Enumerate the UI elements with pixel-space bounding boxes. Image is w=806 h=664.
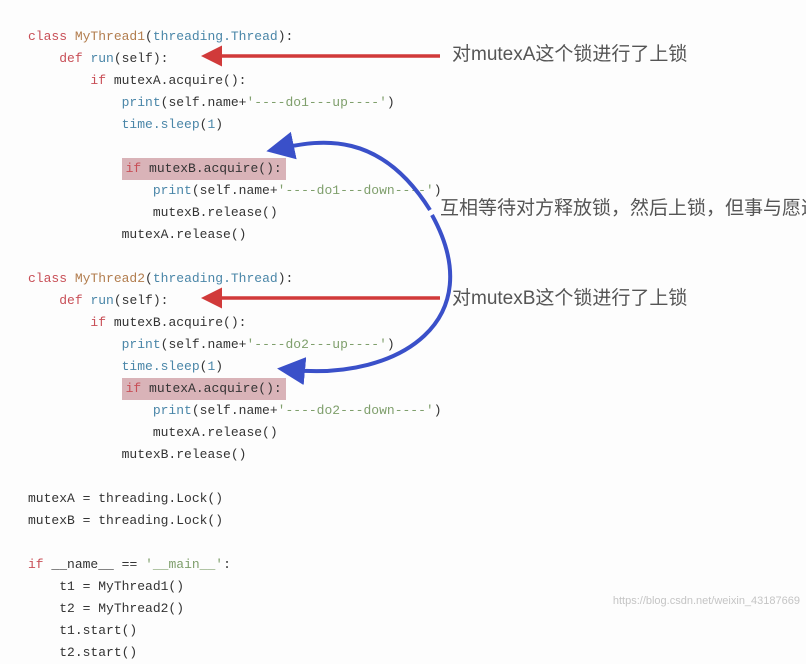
- kw-if: if: [90, 73, 106, 88]
- t1-assign: t1 = MyThread1(): [59, 579, 184, 594]
- mutexA-assign: mutexA = threading.Lock(): [28, 491, 223, 506]
- mutexB-acquire: mutexB.acquire():: [149, 161, 282, 176]
- kw-def: def: [59, 51, 82, 66]
- print: print: [122, 95, 161, 110]
- kw-class: class: [28, 29, 67, 44]
- highlight-a-acquire: if mutexA.acquire():: [122, 378, 286, 400]
- num-1: 1: [207, 117, 215, 132]
- time-sleep: time.sleep: [122, 117, 200, 132]
- t1-start: t1.start(): [59, 623, 137, 638]
- main-str: '__main__': [145, 557, 223, 572]
- t2-start: t2.start(): [59, 645, 137, 660]
- base-class: threading.Thread: [153, 29, 278, 44]
- class-name-1: MyThread1: [75, 29, 145, 44]
- mutexB-acquire-2: mutexB.acquire():: [114, 315, 247, 330]
- str-do1-down: '----do1---down----': [278, 183, 434, 198]
- mutexB-release: mutexB.release(): [153, 205, 278, 220]
- str-do2-up: '----do2---up----': [246, 337, 386, 352]
- mutexA-acquire: mutexA.acquire():: [114, 73, 247, 88]
- code-block: class MyThread1(threading.Thread): def r…: [0, 0, 806, 664]
- fn-run: run: [90, 51, 113, 66]
- watermark: https://blog.csdn.net/weixin_43187669: [613, 590, 800, 612]
- mutexB-assign: mutexB = threading.Lock(): [28, 513, 223, 528]
- mutexA-release: mutexA.release(): [122, 227, 247, 242]
- str-do2-down: '----do2---down----': [278, 403, 434, 418]
- class-name-2: MyThread2: [75, 271, 145, 286]
- mutexA-acquire-2: mutexA.acquire():: [149, 381, 282, 396]
- name-main: __name__: [51, 557, 113, 572]
- str-do1-up: '----do1---up----': [246, 95, 386, 110]
- highlight-b-acquire: if mutexB.acquire():: [122, 158, 286, 180]
- self: self: [122, 51, 153, 66]
